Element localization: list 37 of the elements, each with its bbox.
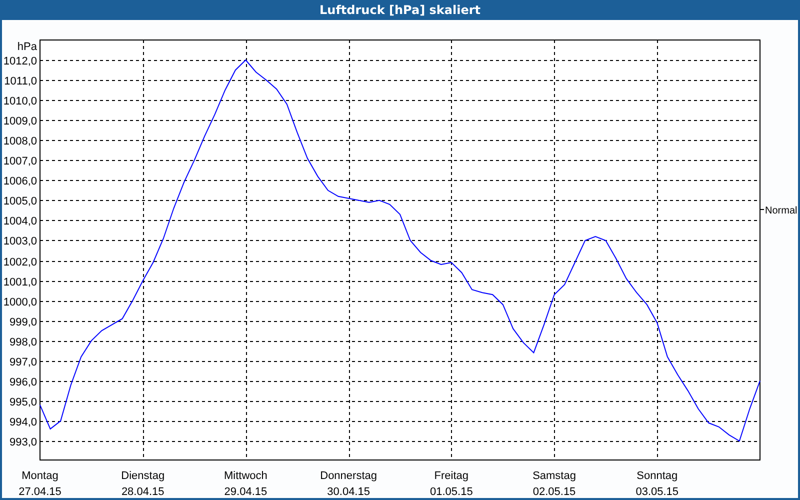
y-axis-label: 997,0 (9, 356, 37, 368)
date-label: 30.04.15 (327, 486, 370, 498)
y-axis-label: 1005,0 (3, 196, 37, 208)
date-label: 29.04.15 (224, 486, 268, 498)
y-axis-label: 1011,0 (4, 76, 37, 88)
y-axis-label: 1008,0 (3, 136, 37, 148)
y-axis-label: 1009,0 (3, 116, 37, 128)
date-label: 02.05.15 (532, 486, 576, 498)
day-label: Freitag (434, 470, 469, 482)
y-axis-label: 1001,0 (3, 276, 37, 288)
date-label: 28.04.15 (121, 486, 164, 498)
axis-unit-label: hPa (17, 41, 37, 53)
day-label: Samstag (532, 470, 576, 482)
y-axis-label: 996,0 (9, 376, 37, 388)
y-axis-label: 1010,0 (3, 96, 37, 108)
window-title: Luftdruck [hPa] skaliert (320, 3, 480, 17)
y-axis-label: 1004,0 (3, 216, 37, 228)
date-label: 01.05.15 (430, 486, 473, 498)
y-axis-label: 1006,0 (3, 176, 37, 188)
normal-marker-label: Normal (765, 206, 798, 216)
y-axis-label: 1002,0 (3, 256, 37, 268)
day-label: Dienstag (121, 470, 165, 482)
y-axis-label: 993,0 (9, 436, 37, 448)
date-label: 27.04.15 (18, 486, 62, 498)
y-axis-label: 999,0 (9, 316, 37, 328)
y-axis-label: 998,0 (9, 336, 37, 348)
y-axis-label: 1003,0 (3, 236, 37, 248)
day-label: Montag (22, 470, 58, 482)
y-axis-label: 1012,0 (3, 56, 37, 68)
y-axis-label: 995,0 (9, 396, 37, 408)
y-axis-label: 1007,0 (3, 156, 37, 168)
day-label: Donnerstag (320, 470, 377, 482)
day-label: Sonntag (636, 470, 678, 482)
day-label: Mittwoch (224, 470, 268, 482)
y-axis-label: 994,0 (9, 416, 37, 428)
date-label: 03.05.15 (636, 486, 679, 498)
y-axis-label: 1000,0 (3, 296, 37, 308)
